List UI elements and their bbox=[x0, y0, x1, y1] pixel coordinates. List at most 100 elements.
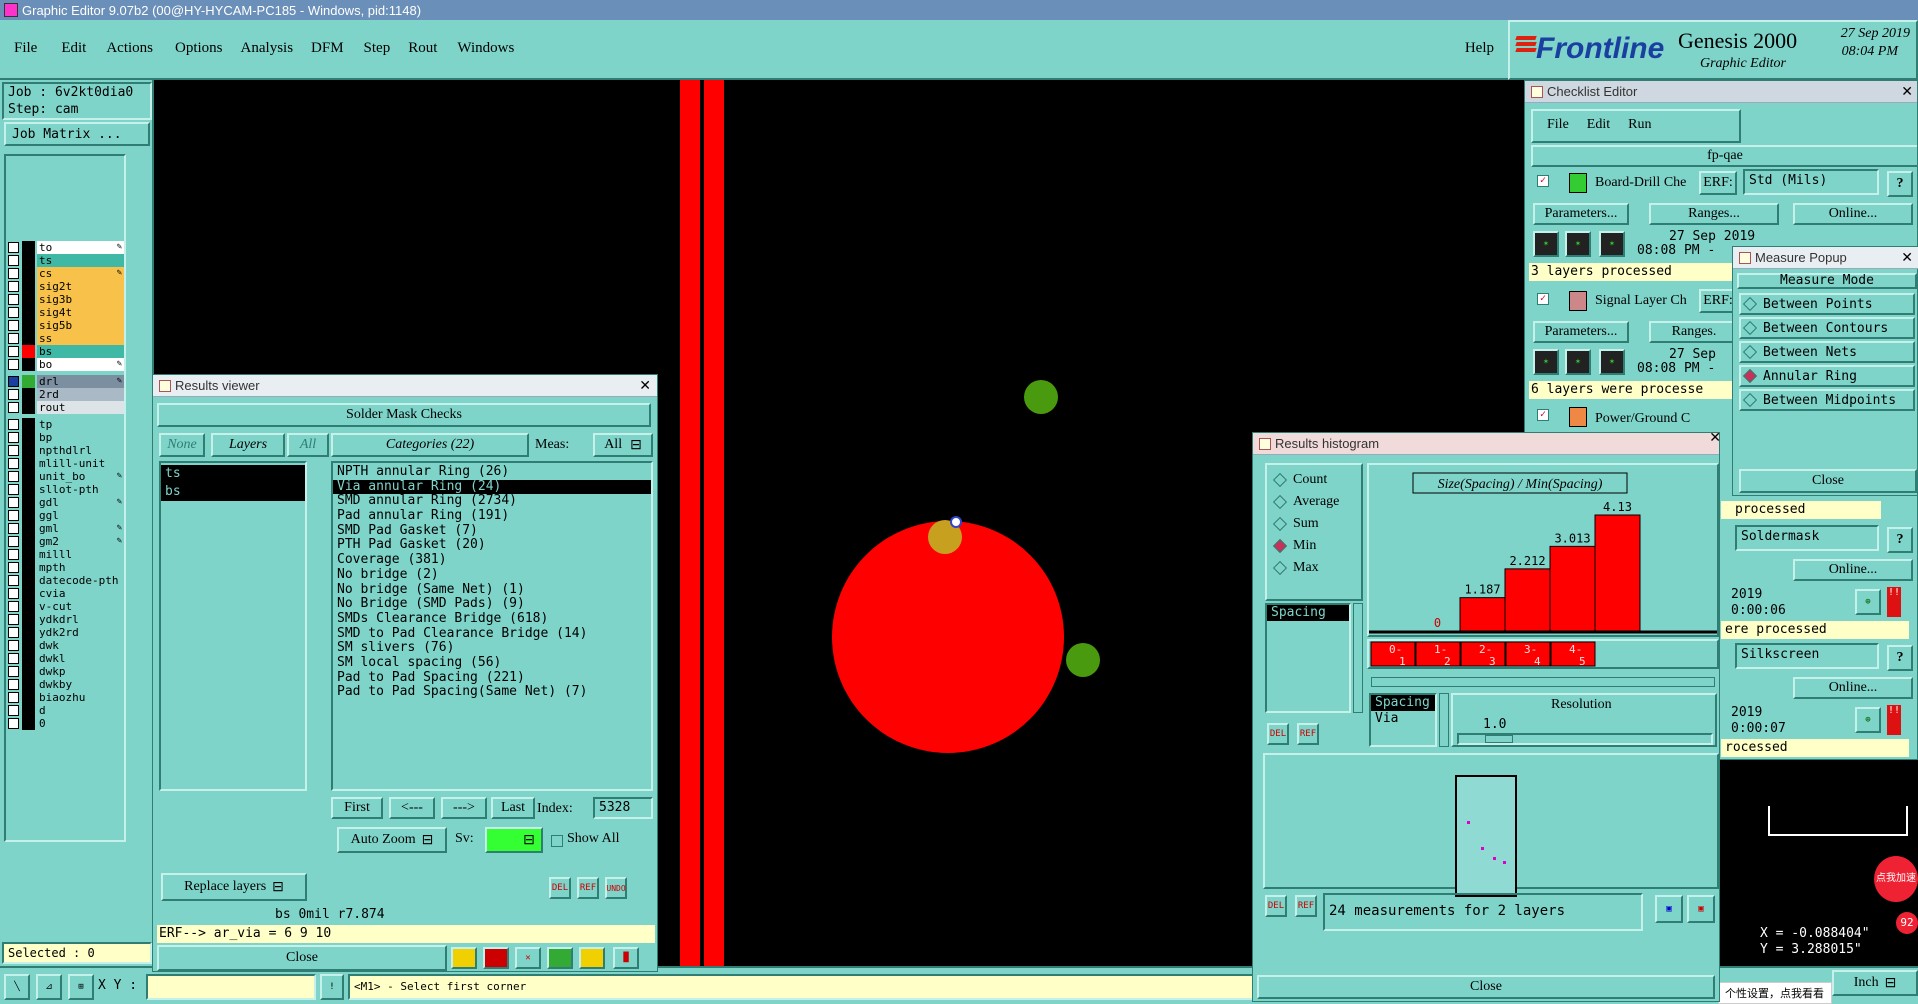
histogram-titlebar[interactable]: Results histogram ✕ bbox=[1253, 429, 1721, 455]
layer-color-swatch[interactable] bbox=[22, 573, 35, 587]
layer-checkbox[interactable] bbox=[8, 457, 19, 469]
check1-std[interactable]: Std (Mils) bbox=[1743, 169, 1879, 195]
layer-checkbox[interactable] bbox=[8, 358, 19, 370]
layer-color-swatch[interactable] bbox=[22, 716, 35, 730]
layer-checkbox[interactable] bbox=[8, 267, 19, 279]
chart-scrollbar[interactable] bbox=[1371, 677, 1715, 687]
tool-icon-5[interactable] bbox=[579, 947, 605, 969]
layer-color-swatch[interactable] bbox=[22, 279, 35, 293]
category-item[interactable]: SM slivers (76) bbox=[333, 641, 651, 656]
layers-button[interactable]: Layers bbox=[211, 433, 285, 457]
spacing-item[interactable]: Via bbox=[1371, 711, 1435, 727]
run-icon[interactable]: ✶ bbox=[1565, 349, 1591, 375]
zoom-check-icon[interactable]: ⊕ bbox=[1855, 589, 1881, 615]
result-layer-item[interactable]: bs bbox=[161, 483, 305, 501]
run-icon[interactable]: ✶ bbox=[1599, 231, 1625, 257]
close-icon[interactable]: ✕ bbox=[1901, 83, 1913, 100]
layer-color-swatch[interactable] bbox=[22, 305, 35, 319]
last-button[interactable]: Last bbox=[491, 797, 535, 819]
layer-checkbox[interactable] bbox=[8, 678, 19, 690]
close-icon[interactable]: ✕ bbox=[1901, 249, 1913, 266]
del-icon[interactable]: DEL bbox=[1267, 723, 1289, 745]
layer-checkbox[interactable] bbox=[8, 483, 19, 495]
layer-color-swatch[interactable] bbox=[22, 253, 35, 267]
layer-checkbox[interactable] bbox=[8, 470, 19, 482]
info-icon[interactable]: ! bbox=[320, 974, 344, 1000]
category-item[interactable]: Pad to Pad Spacing(Same Net) (7) bbox=[333, 685, 651, 700]
category-item[interactable]: Coverage (381) bbox=[333, 552, 651, 568]
layer-row[interactable]: dwkby bbox=[8, 677, 124, 691]
menu-edit[interactable]: Edit bbox=[61, 40, 86, 57]
layer-color-swatch[interactable] bbox=[22, 318, 35, 332]
show-all-checkbox[interactable] bbox=[551, 835, 563, 847]
run-icon[interactable]: ✶ bbox=[1533, 231, 1559, 257]
layer-row[interactable]: mlill-unit bbox=[8, 456, 124, 470]
layer-checkbox[interactable] bbox=[8, 444, 19, 456]
chart-icon[interactable]: ▐▌ bbox=[613, 947, 639, 969]
layer-color-swatch[interactable] bbox=[22, 240, 35, 254]
layer-color-swatch[interactable] bbox=[22, 495, 35, 509]
layer-color-swatch[interactable] bbox=[22, 560, 35, 574]
layer-checkbox[interactable] bbox=[8, 522, 19, 534]
layer-checkbox[interactable] bbox=[8, 717, 19, 729]
layer-row[interactable]: 0 bbox=[8, 716, 124, 730]
category-item[interactable]: Via annular Ring (24) bbox=[333, 479, 651, 495]
menu-step[interactable]: Step bbox=[364, 40, 391, 57]
index-input[interactable]: 5328 bbox=[593, 797, 653, 819]
layer-row[interactable]: sllot-pth bbox=[8, 482, 124, 496]
category-item[interactable]: SM local spacing (56) bbox=[333, 655, 651, 671]
layer-row[interactable]: ydk2rd bbox=[8, 625, 124, 639]
all-button[interactable]: All bbox=[287, 433, 329, 457]
category-item[interactable]: SMDs Clearance Bridge (618) bbox=[333, 611, 651, 627]
measure-option[interactable]: Between Points bbox=[1739, 293, 1915, 315]
layer-checkbox[interactable] bbox=[8, 704, 19, 716]
category-item[interactable]: Pad annular Ring (191) bbox=[333, 508, 651, 524]
right-help-1[interactable]: ? bbox=[1887, 527, 1913, 553]
tool-icon-2[interactable] bbox=[483, 947, 509, 969]
category-item[interactable]: No bridge (2) bbox=[333, 567, 651, 583]
layer-color-swatch[interactable] bbox=[22, 638, 35, 652]
replace-layers-dropdown[interactable]: Replace layers ⊟ bbox=[161, 873, 307, 901]
layer-row[interactable]: ss bbox=[8, 331, 124, 345]
layer-color-swatch[interactable] bbox=[22, 677, 35, 691]
menu-help[interactable]: Help bbox=[1465, 40, 1494, 57]
tool-icon-4[interactable] bbox=[547, 947, 573, 969]
layer-row[interactable]: bp bbox=[8, 430, 124, 444]
layer-checkbox[interactable] bbox=[8, 665, 19, 677]
right-field-silkscreen[interactable]: Silkscreen bbox=[1735, 643, 1879, 669]
speedup-badge[interactable]: 点我加速 bbox=[1874, 856, 1918, 902]
check2-ranges[interactable]: Ranges. bbox=[1649, 321, 1739, 343]
result-layer-item[interactable]: ts bbox=[161, 465, 305, 483]
category-item[interactable]: PTH Pad Gasket (20) bbox=[333, 538, 651, 553]
histogram-bar[interactable] bbox=[1459, 597, 1506, 632]
layer-color-swatch[interactable] bbox=[22, 664, 35, 678]
check1-erf[interactable]: ERF: bbox=[1699, 171, 1737, 195]
layer-row[interactable]: 2rd bbox=[8, 387, 124, 401]
layer-color-swatch[interactable] bbox=[22, 357, 35, 371]
close-icon[interactable]: ✕ bbox=[1709, 429, 1721, 446]
right-field-soldermask[interactable]: Soldermask bbox=[1735, 525, 1879, 551]
layer-color-swatch[interactable] bbox=[22, 482, 35, 496]
export-icon[interactable]: ▣ bbox=[1655, 895, 1683, 923]
layer-row[interactable]: ggl bbox=[8, 508, 124, 522]
layer-checkbox[interactable] bbox=[8, 600, 19, 612]
layer-checkbox[interactable] bbox=[8, 401, 19, 413]
histogram-option[interactable]: Average bbox=[1267, 491, 1361, 513]
layer-row[interactable]: d bbox=[8, 703, 124, 717]
measure-titlebar[interactable]: Measure Popup ✕ bbox=[1733, 247, 1918, 269]
menu-file[interactable]: File bbox=[14, 40, 37, 57]
menu-options[interactable]: Options bbox=[175, 40, 223, 57]
layer-row[interactable]: gdl ✎ bbox=[8, 495, 124, 509]
ref-icon[interactable]: REF bbox=[1297, 723, 1319, 745]
run-icon[interactable]: ✶ bbox=[1599, 349, 1625, 375]
category-item[interactable]: No Bridge (SMD Pads) (9) bbox=[333, 596, 651, 612]
layer-row[interactable]: bo ✎ bbox=[8, 357, 124, 371]
layer-row[interactable]: milll bbox=[8, 547, 124, 561]
layer-row[interactable]: tp bbox=[8, 417, 124, 431]
layer-checkbox[interactable] bbox=[8, 691, 19, 703]
histogram-option[interactable]: Max bbox=[1267, 557, 1361, 579]
checklist-menu-run[interactable]: Run bbox=[1628, 117, 1651, 133]
unit-dropdown[interactable]: Inch ⊟ bbox=[1832, 970, 1918, 996]
zoom-tool-icon[interactable]: ╲ bbox=[4, 974, 30, 1000]
toast-notification[interactable]: 个性设置，点我看看 bbox=[1718, 982, 1832, 1004]
